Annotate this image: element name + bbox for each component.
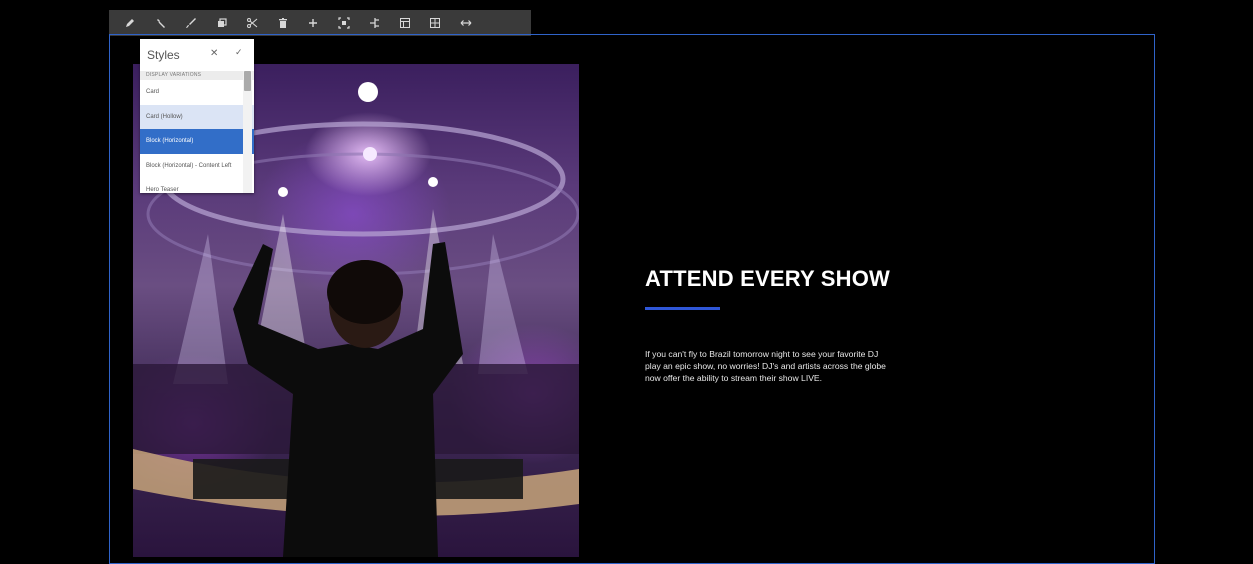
configure-icon (156, 19, 165, 28)
headline-accent-bar (645, 307, 720, 310)
select-parent-button[interactable] (329, 10, 360, 36)
delete-button[interactable] (268, 10, 299, 36)
cut-button[interactable] (237, 10, 268, 36)
insert-button[interactable] (298, 10, 329, 36)
layout-icon (399, 18, 410, 28)
styles-icon (186, 18, 197, 28)
style-option-card[interactable]: Card (140, 80, 254, 105)
frame-icon (338, 17, 350, 29)
plus-icon (309, 19, 318, 27)
resize-button[interactable] (451, 10, 482, 36)
layout-button[interactable] (390, 10, 421, 36)
teaser-headline: ATTEND EVERY SHOW (645, 266, 891, 291)
copy-icon (217, 18, 227, 27)
styles-group-label: DISPLAY VARIATIONS (140, 71, 254, 80)
styles-scrollbar[interactable] (243, 71, 252, 193)
style-option-hero-teaser[interactable]: Hero Teaser (140, 178, 254, 193)
component-toolbar (109, 10, 531, 36)
resize-icon (460, 20, 472, 26)
grid-icon (430, 18, 441, 28)
styles-popover: Styles ✕ ✓ DISPLAY VARIATIONS Card Card … (140, 39, 254, 193)
style-option-card-hollow[interactable]: Card (Hollow) (140, 104, 254, 129)
trash-icon (278, 18, 287, 28)
copy-button[interactable] (207, 10, 238, 36)
close-icon[interactable]: ✕ (210, 48, 218, 59)
grid-button[interactable] (420, 10, 451, 36)
styles-popover-header: Styles ✕ ✓ (140, 39, 254, 71)
edit-icon (126, 19, 135, 27)
group-button[interactable] (359, 10, 390, 36)
teaser-description: If you can't fly to Brazil tomorrow nigh… (645, 349, 886, 383)
styles-button[interactable] (176, 10, 207, 36)
styles-scrollbar-thumb[interactable] (244, 71, 251, 91)
configure-button[interactable] (146, 10, 177, 36)
tree-icon (370, 18, 380, 28)
edit-button[interactable] (115, 10, 146, 36)
scissors-icon (247, 18, 258, 28)
styles-popover-title: Styles (147, 48, 180, 62)
style-option-block-horizontal[interactable]: Block (Horizontal) (140, 129, 254, 154)
style-option-block-horizontal-content-left[interactable]: Block (Horizontal) - Content Left (140, 154, 254, 179)
check-icon[interactable]: ✓ (235, 48, 243, 58)
